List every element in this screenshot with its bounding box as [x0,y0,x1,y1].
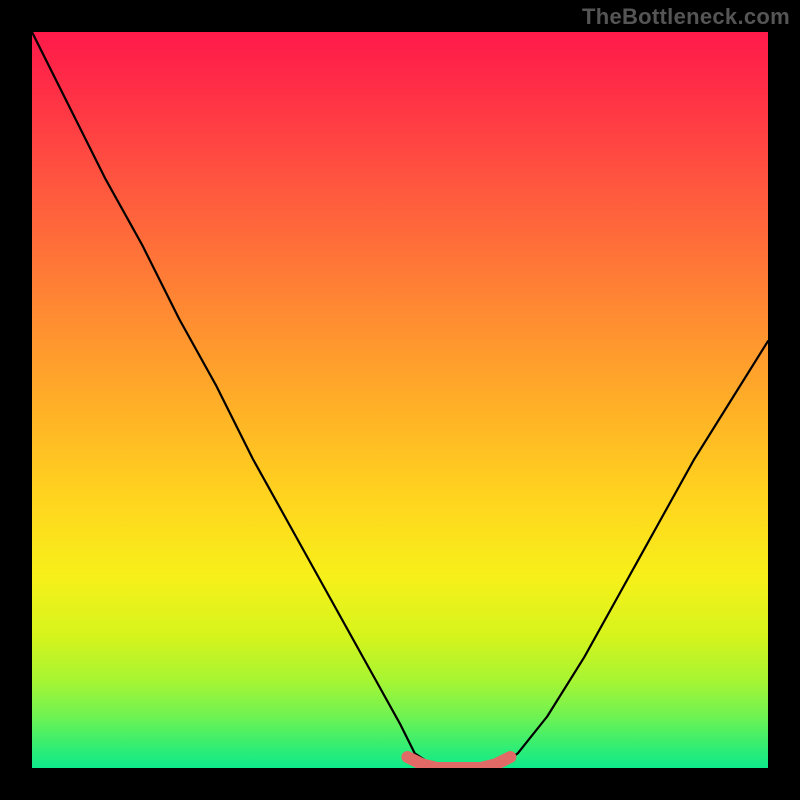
black-curve [32,32,768,768]
watermark-text: TheBottleneck.com [582,4,790,30]
chart-frame: TheBottleneck.com [0,0,800,800]
red-trough-marker [407,757,510,768]
plot-area [32,32,768,768]
curve-layer [32,32,768,768]
